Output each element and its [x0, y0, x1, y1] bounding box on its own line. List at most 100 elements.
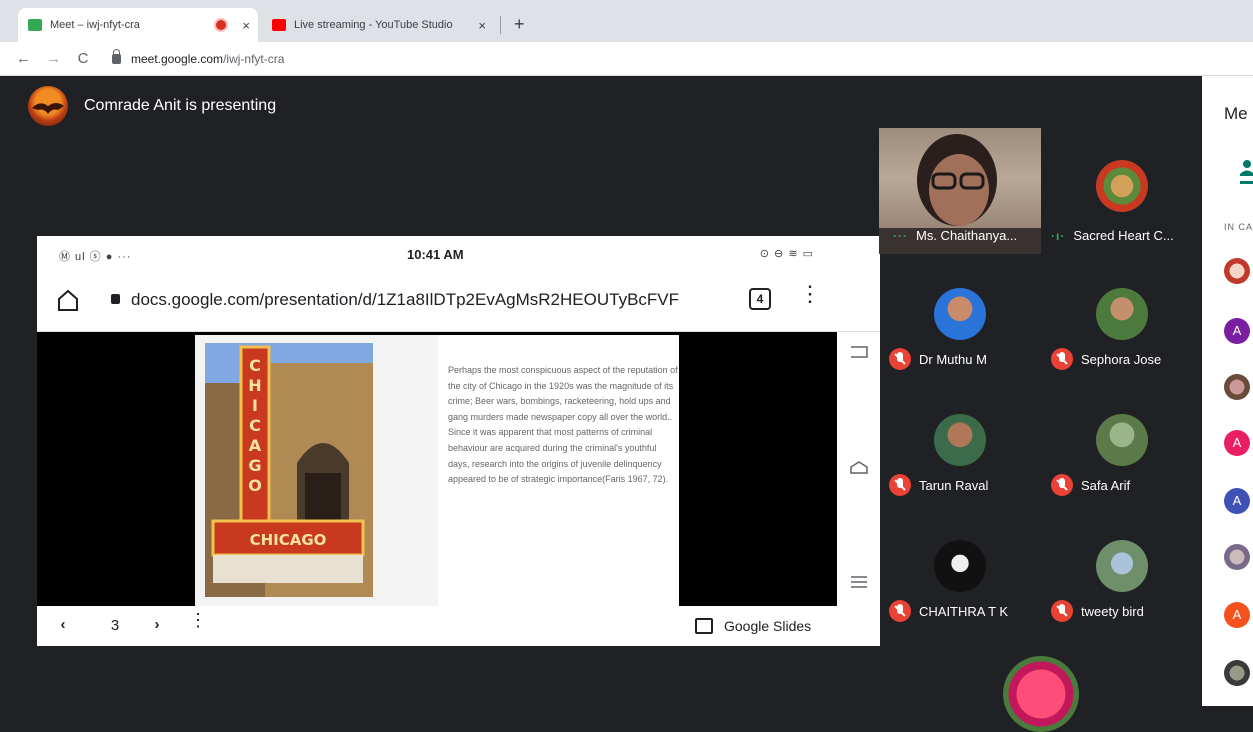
chicago-theatre-illustration: CHICAGO CHICAGO: [205, 343, 373, 597]
mic-muted-icon: [1051, 348, 1073, 370]
participant-list-avatar[interactable]: A: [1224, 602, 1250, 628]
reload-icon[interactable]: C: [76, 50, 90, 67]
url-path: /iwj-nfyt-cra: [223, 51, 285, 66]
google-slides-label[interactable]: Google Slides: [724, 618, 811, 634]
mic-muted-icon: [889, 600, 911, 622]
url-field[interactable]: meet.google.com/iwj-nfyt-cra: [131, 52, 284, 66]
phone-status-bar: Ⓜ ul ⓢ ● ··· 10:41 AM ⊙ ⊖ ≋ ▭: [37, 236, 880, 272]
presenter-avatar: [28, 86, 68, 126]
tab-youtube-studio[interactable]: Live streaming - YouTube Studio ×: [262, 8, 494, 42]
address-bar: ← → C meet.google.com/iwj-nfyt-cra: [0, 42, 1253, 76]
marquee-front-text: CHICAGO: [250, 531, 327, 549]
participant-tile[interactable]: Tarun Raval: [879, 396, 1041, 522]
meet-stage: Comrade Anit is presenting Ⓜ ul ⓢ ● ··· …: [0, 76, 1253, 732]
lock-icon: [111, 294, 120, 304]
close-tab-icon[interactable]: ×: [242, 18, 250, 33]
participant-tile[interactable]: CHAITHRA T K: [879, 522, 1041, 648]
avatar: [934, 540, 986, 592]
participant-name: Tarun Raval: [919, 477, 989, 493]
people-tab-icon[interactable]: [1240, 158, 1253, 184]
speaking-indicator-icon: ·ı·: [1051, 228, 1066, 243]
status-icons-right: ⊙ ⊖ ≋ ▭: [759, 248, 814, 260]
next-slide-button[interactable]: ›: [147, 616, 167, 633]
participant-name: tweety bird: [1081, 603, 1144, 619]
name-row: CHAITHRA T K: [889, 600, 1008, 622]
back-nav-icon[interactable]: [849, 344, 869, 360]
avatar: [1096, 288, 1148, 340]
avatar: [1003, 656, 1079, 732]
slide-text-box: Perhaps the most conspicuous aspect of t…: [438, 335, 679, 606]
lock-icon[interactable]: [112, 48, 121, 64]
name-row: ··· Ms. Chaithanya...: [893, 228, 1017, 243]
participant-tile[interactable]: tweety bird: [1041, 522, 1203, 648]
eagle-logo-icon: [32, 103, 64, 114]
tab-divider: [500, 16, 501, 34]
participant-tile[interactable]: [917, 650, 1079, 732]
participant-list-avatar[interactable]: [1224, 544, 1250, 570]
new-tab-button[interactable]: +: [514, 14, 525, 35]
mic-muted-icon: [889, 348, 911, 370]
participant-name: CHAITHRA T K: [919, 603, 1009, 619]
participant-list-avatar[interactable]: [1224, 660, 1250, 686]
people-panel: Me IN CA A A A A: [1202, 76, 1253, 706]
participant-list-avatar[interactable]: A: [1224, 430, 1250, 456]
back-icon[interactable]: ←: [16, 50, 31, 67]
name-row: Safa Arif: [1051, 474, 1130, 496]
home-icon[interactable]: [57, 288, 79, 312]
participant-list-avatar[interactable]: A: [1224, 318, 1250, 344]
close-tab-icon[interactable]: ×: [478, 18, 486, 33]
youtube-icon: [272, 19, 286, 31]
name-row: tweety bird: [1051, 600, 1144, 622]
tab-title: Meet – iwj-nfyt-cra: [50, 19, 140, 31]
device-nav-rail: [837, 332, 880, 606]
google-slides-icon: [695, 618, 713, 634]
participant-list-avatar[interactable]: [1224, 374, 1250, 400]
participant-list-avatar[interactable]: A: [1224, 488, 1250, 514]
mic-muted-icon: [1051, 600, 1073, 622]
participant-name: Ms. Chaithanya...: [916, 228, 1018, 243]
browser-tab-strip: Meet – iwj-nfyt-cra × Live streaming - Y…: [0, 0, 1253, 42]
participant-tile[interactable]: Dr Muthu M: [879, 270, 1041, 396]
avatar: [1096, 540, 1148, 592]
meet-icon: [28, 19, 42, 31]
slide-body-text: Perhaps the most conspicuous aspect of t…: [448, 365, 678, 485]
name-row: Sephora Jose: [1051, 348, 1161, 370]
prev-slide-button[interactable]: ‹: [53, 616, 73, 633]
mic-muted-icon: [1051, 474, 1073, 496]
mic-muted-icon: [889, 474, 911, 496]
avatar: [934, 414, 986, 466]
participant-name: Safa Arif: [1081, 477, 1131, 493]
presenter-name: Comrade Anit is presenting: [84, 97, 277, 114]
participant-tile[interactable]: Sephora Jose: [1041, 270, 1203, 396]
participant-list-avatar[interactable]: [1224, 258, 1250, 284]
name-row: Tarun Raval: [889, 474, 988, 496]
doc-url[interactable]: docs.google.com/presentation/d/1Z1a8IlDT…: [131, 290, 679, 310]
slides-more-icon[interactable]: ⋮: [189, 611, 207, 629]
participant-name: Sephora Jose: [1081, 351, 1162, 367]
participant-name: Dr Muthu M: [919, 351, 987, 367]
participant-video-tile[interactable]: ··· Ms. Chaithanya...: [879, 128, 1041, 254]
participant-name: Sacred Heart C...: [1073, 228, 1174, 243]
url-domain: meet.google.com: [131, 51, 224, 66]
status-icons-left: Ⓜ ul ⓢ ● ···: [59, 251, 132, 263]
slides-toolbar: ‹ 3 › ⋮ Google Slides: [37, 606, 880, 646]
tab-title: Live streaming - YouTube Studio: [294, 19, 453, 31]
home-nav-icon[interactable]: [849, 460, 869, 476]
name-row: Dr Muthu M: [889, 348, 987, 370]
avatar: [1096, 414, 1148, 466]
slide-viewport: CHICAGO CHICAGO Perhaps the most conspic…: [37, 332, 837, 606]
participant-tile[interactable]: Safa Arif: [1041, 396, 1203, 522]
tab-meet[interactable]: Meet – iwj-nfyt-cra ×: [18, 8, 258, 42]
forward-icon[interactable]: →: [46, 50, 61, 67]
avatar: [1096, 160, 1148, 212]
tab-count-button[interactable]: 4: [749, 288, 771, 310]
browser-menu-icon[interactable]: ⋮: [799, 283, 821, 305]
speaking-indicator-icon: ···: [893, 228, 908, 243]
slide: CHICAGO CHICAGO Perhaps the most conspic…: [195, 335, 679, 606]
slide-page-number[interactable]: 3: [103, 617, 127, 634]
participant-tile[interactable]: ·ı· Sacred Heart C...: [1041, 128, 1203, 254]
recents-nav-icon[interactable]: [849, 574, 869, 590]
avatar: [934, 288, 986, 340]
presenter-banner: Comrade Anit is presenting: [28, 86, 276, 126]
mobile-browser-bar: docs.google.com/presentation/d/1Z1a8IlDT…: [37, 272, 880, 332]
